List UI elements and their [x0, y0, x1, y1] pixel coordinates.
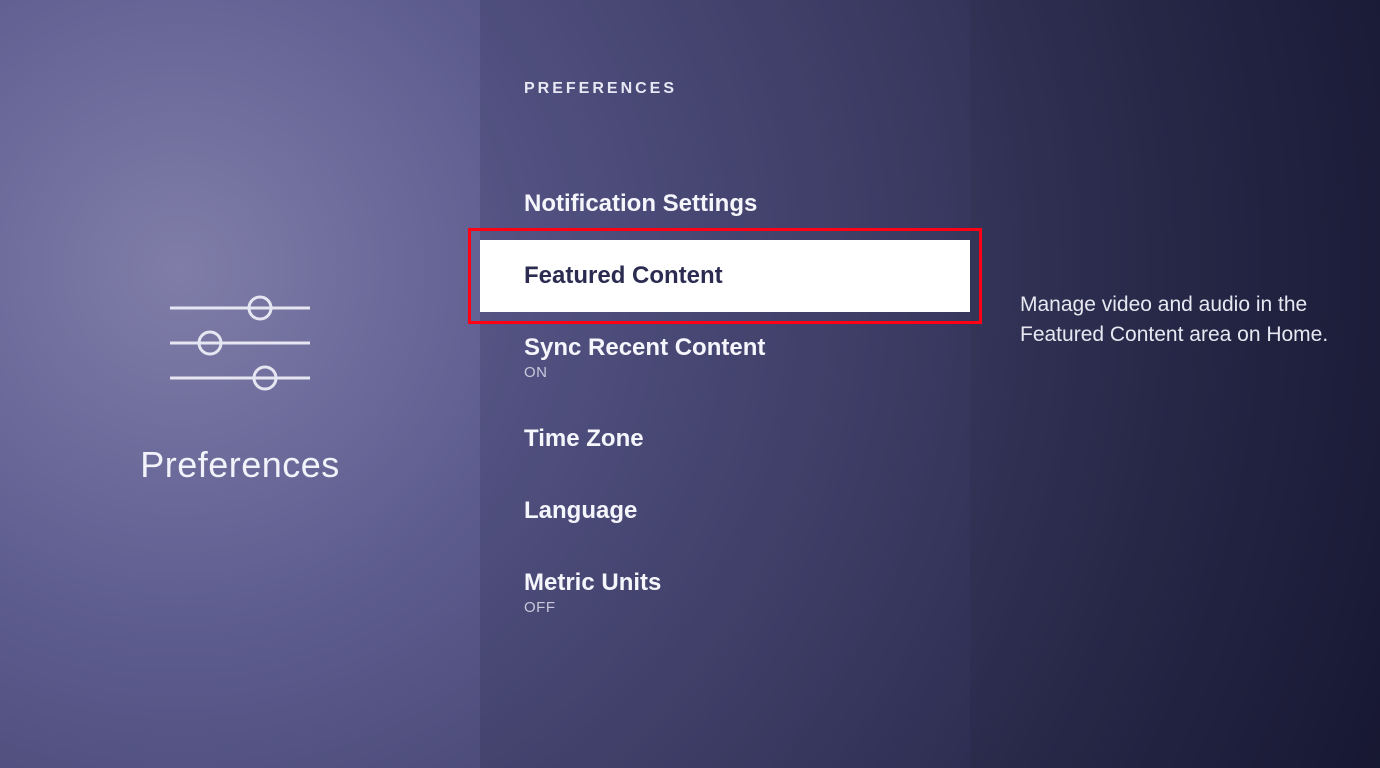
- item-description: Manage video and audio in the Featured C…: [1020, 290, 1330, 351]
- menu-pane: PREFERENCES Notification Settings Featur…: [480, 0, 970, 768]
- menu-item-featured-content[interactable]: Featured Content: [480, 240, 970, 312]
- menu-item-notification-settings[interactable]: Notification Settings: [480, 168, 970, 240]
- menu-item-label: Sync Recent Content: [524, 334, 765, 361]
- menu-item-label: Time Zone: [524, 425, 644, 452]
- section-header: PREFERENCES: [480, 80, 970, 98]
- sliders-icon: [160, 283, 320, 408]
- menu-item-value: OFF: [524, 599, 926, 616]
- menu-item-value: ON: [524, 364, 926, 381]
- menu-item-label: Featured Content: [524, 262, 723, 289]
- category-pane: Preferences: [0, 0, 480, 768]
- menu-item-sync-recent-content[interactable]: Sync Recent Content ON: [480, 312, 970, 403]
- category-title: Preferences: [140, 444, 340, 486]
- menu-item-metric-units[interactable]: Metric Units OFF: [480, 547, 970, 638]
- menu-item-label: Notification Settings: [524, 190, 757, 217]
- menu-item-time-zone[interactable]: Time Zone: [480, 403, 970, 475]
- menu-item-language[interactable]: Language: [480, 475, 970, 547]
- detail-pane: Manage video and audio in the Featured C…: [970, 0, 1380, 768]
- menu-item-label: Language: [524, 497, 637, 524]
- menu-item-label: Metric Units: [524, 569, 661, 596]
